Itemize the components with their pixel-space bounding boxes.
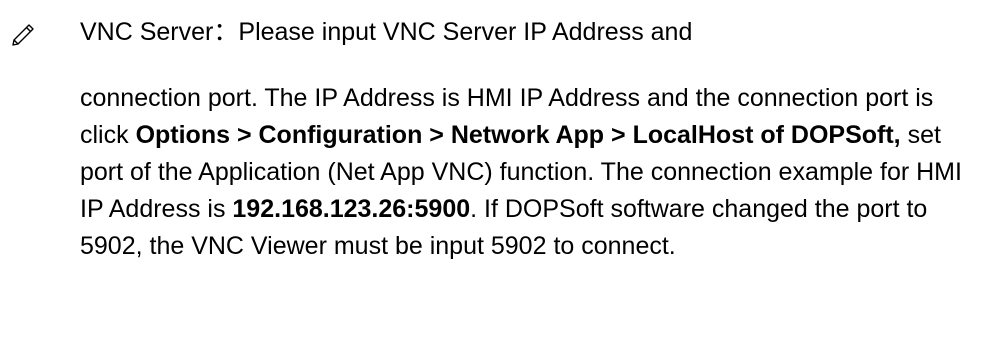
heading-separator: ：	[213, 18, 239, 46]
heading-text: Please input VNC Server IP Address and	[238, 18, 693, 46]
menu-path: Options > Configuration > Network App > …	[135, 121, 901, 149]
bullet-heading: VNC Server：Please input VNC Server IP Ad…	[80, 14, 692, 50]
heading-label: VNC Server	[80, 18, 214, 46]
ip-example: 192.168.123.26:5900	[232, 195, 471, 223]
pencil-icon	[10, 22, 36, 48]
description-paragraph: connection port. The IP Address is HMI I…	[80, 80, 985, 265]
